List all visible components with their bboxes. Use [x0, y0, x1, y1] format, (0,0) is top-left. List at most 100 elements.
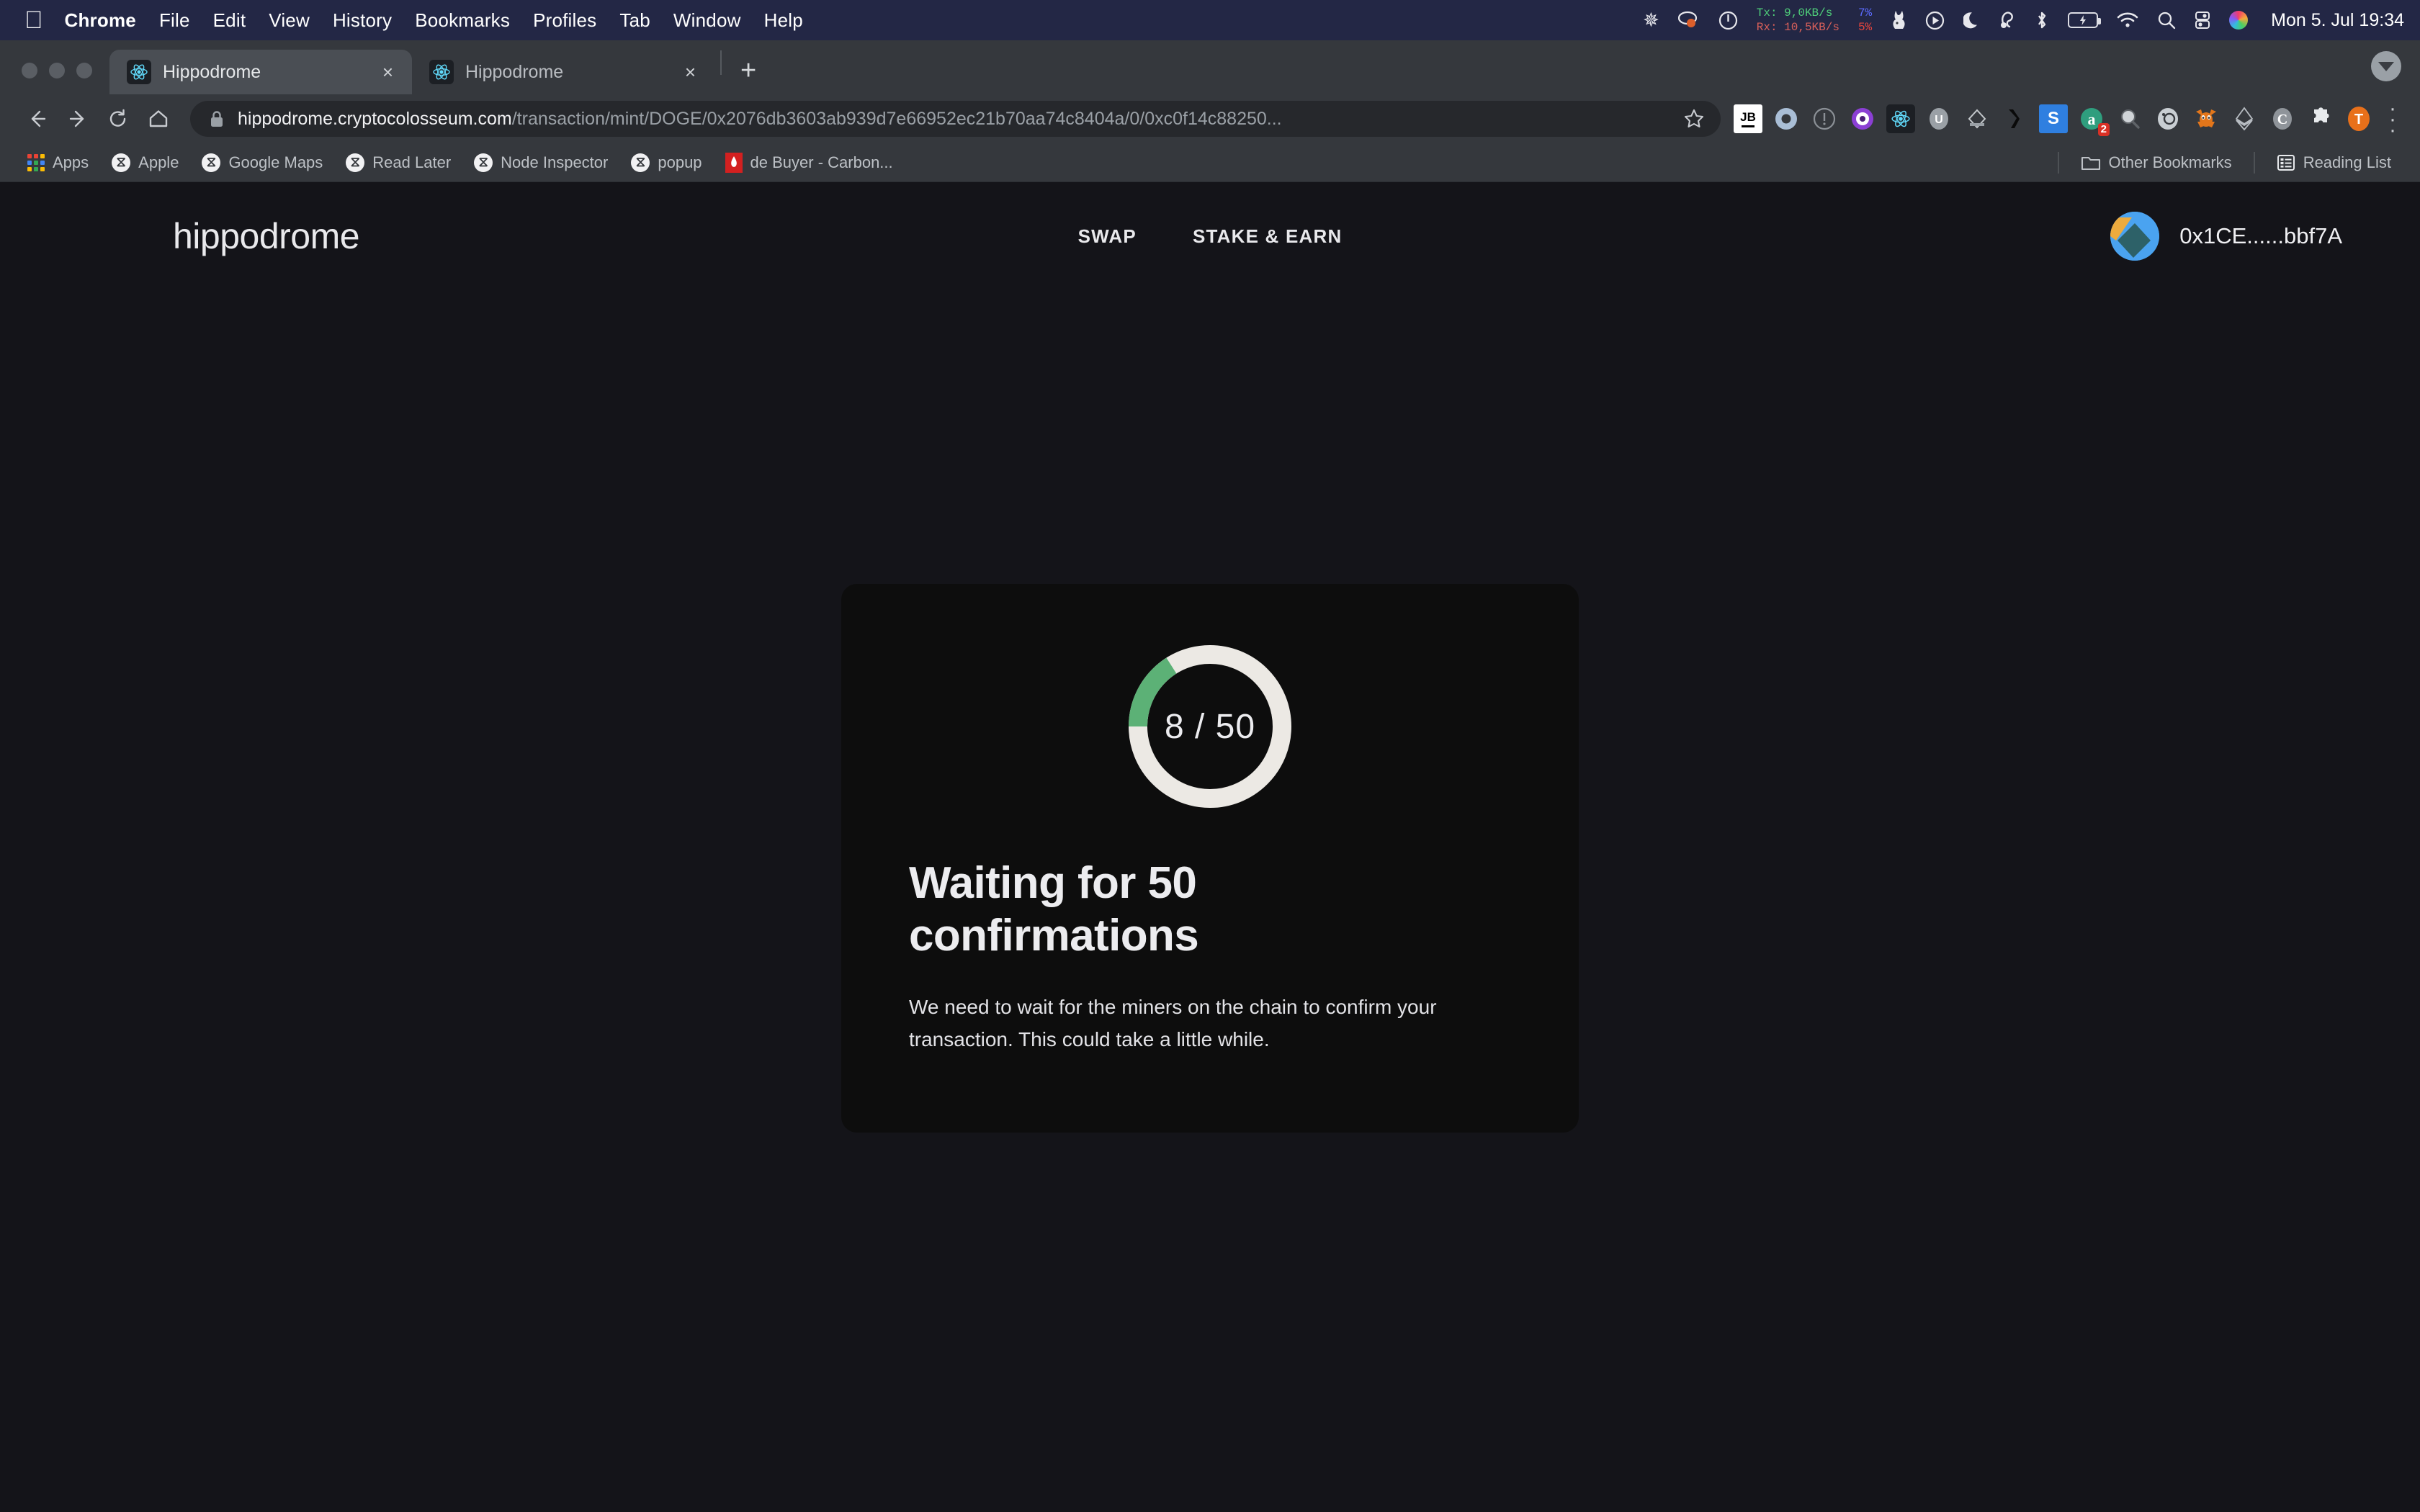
bookmark-label: de Buyer - Carbon...	[750, 153, 893, 171]
bookmark-popup[interactable]: ⧖ popup	[619, 153, 713, 172]
cpu-system-percent: 5%	[1857, 21, 1873, 34]
play-circle-icon[interactable]	[1925, 11, 1945, 30]
a-green-extension-icon[interactable]: a2	[2077, 104, 2110, 136]
bookmark-label: popup	[658, 153, 702, 171]
react-favicon-icon	[429, 60, 454, 84]
site-logo[interactable]: hippodrome	[173, 215, 360, 257]
bookmark-node-inspector[interactable]: ⧖ Node Inspector	[462, 153, 619, 172]
bluetooth-icon[interactable]	[2035, 10, 2049, 30]
purple-dot-extension-icon[interactable]	[1848, 104, 1877, 133]
puzzle-extension-icon[interactable]	[2306, 104, 2335, 133]
address-bar[interactable]: hippodrome.cryptocolosseum.com/transacti…	[190, 101, 1721, 137]
blue-ring-extension-icon[interactable]	[1772, 104, 1801, 133]
reload-icon[interactable]	[99, 100, 137, 138]
svg-text:T: T	[2354, 112, 2363, 127]
chrome-menu-icon[interactable]: · · ·	[2383, 97, 2403, 140]
menu-item-help[interactable]: Help	[764, 9, 803, 32]
menu-item-window[interactable]: Window	[673, 9, 741, 32]
power-circle-icon[interactable]	[1718, 11, 1738, 30]
tab-search-button[interactable]	[2371, 51, 2401, 81]
svg-text:C: C	[2277, 112, 2287, 127]
browser-tab-2[interactable]: Hippodrome ×	[412, 50, 714, 94]
progress-ring-label: 8 / 50	[1164, 707, 1256, 746]
bookmark-read-later[interactable]: ⧖ Read Later	[334, 153, 462, 172]
magnifier-extension-icon[interactable]	[2115, 104, 2144, 133]
extensions-toolbar: JB U S a2 C T · · ·	[1734, 97, 2403, 140]
svg-text:U: U	[1935, 114, 1943, 126]
bookmark-apple[interactable]: ⧖ Apple	[100, 153, 190, 172]
c-extension-icon[interactable]: C	[2268, 104, 2297, 133]
chrome-browser-window: Hippodrome × Hippodrome × + hippodrome.c…	[0, 40, 2420, 182]
bookmark-de-buyer[interactable]: de Buyer - Carbon...	[714, 152, 905, 173]
confirmation-progress-ring: 8 / 50	[1126, 643, 1294, 810]
menu-item-view[interactable]: View	[269, 9, 310, 32]
main-nav: SWAP STAKE & EARN	[1078, 225, 1343, 248]
react-favicon-icon	[127, 60, 151, 84]
globe-icon: ⧖	[202, 153, 221, 172]
reading-list-icon	[2277, 154, 2295, 171]
tab-divider	[720, 50, 722, 75]
bookmark-label: Google Maps	[228, 153, 323, 171]
siri-icon[interactable]	[2229, 11, 2249, 30]
close-window-button[interactable]	[22, 63, 37, 78]
metamask-extension-icon[interactable]	[2192, 104, 2220, 133]
network-throughput: Tx: 9,0KB/s Rx: 10,5KB/s	[1757, 6, 1839, 35]
menu-item-edit[interactable]: Edit	[213, 9, 246, 32]
wifi-icon[interactable]	[2117, 12, 2138, 28]
minimize-window-button[interactable]	[49, 63, 65, 78]
nav-link-swap[interactable]: SWAP	[1078, 225, 1137, 248]
reading-list-button[interactable]: Reading List	[2265, 153, 2403, 172]
nav-link-stake-and-earn[interactable]: STAKE & EARN	[1193, 225, 1342, 248]
asterisk-icon[interactable]: ✵	[1643, 10, 1659, 30]
tab-close-icon[interactable]: ×	[682, 63, 699, 81]
progress-ring-wrapper: 8 / 50	[909, 643, 1511, 810]
moon-icon[interactable]	[1963, 11, 1981, 30]
control-center-icon[interactable]	[2195, 11, 2210, 30]
menu-bar-clock[interactable]: Mon 5. Jul 19:34	[2271, 10, 2404, 31]
bookmark-label: Node Inspector	[501, 153, 609, 171]
forward-arrow-icon[interactable]	[59, 100, 97, 138]
reading-list-label: Reading List	[2303, 153, 2391, 171]
menu-item-file[interactable]: File	[159, 9, 190, 32]
info-extension-icon[interactable]	[1810, 104, 1839, 133]
camera-extension-icon[interactable]	[2154, 104, 2182, 133]
x-black-extension-icon[interactable]	[2001, 104, 2030, 133]
menu-item-history[interactable]: History	[333, 9, 392, 32]
menu-item-bookmarks[interactable]: Bookmarks	[415, 9, 510, 32]
browser-tab-1[interactable]: Hippodrome ×	[109, 50, 412, 94]
menu-item-chrome[interactable]: Chrome	[65, 9, 136, 32]
url-path: /transaction/mint/DOGE/0x2076db3603ab939…	[511, 108, 1282, 129]
jetbrains-extension-icon[interactable]: JB	[1734, 104, 1762, 133]
other-bookmarks-folder[interactable]: Other Bookmarks	[2069, 153, 2244, 172]
react-extension-icon[interactable]	[1886, 104, 1915, 133]
bookmark-star-icon[interactable]	[1670, 108, 1705, 130]
diamond-extension-icon[interactable]	[1963, 104, 1991, 133]
maximize-window-button[interactable]	[76, 63, 92, 78]
home-icon[interactable]	[140, 100, 177, 138]
menu-item-profiles[interactable]: Profiles	[533, 9, 596, 32]
search-icon[interactable]	[2157, 11, 2176, 30]
profile-avatar-icon[interactable]: T	[2344, 104, 2373, 133]
bookmarks-divider-2	[2253, 151, 2255, 174]
u-extension-icon[interactable]: U	[1924, 104, 1953, 133]
apple-logo-icon[interactable]: 	[24, 8, 43, 32]
tab-close-icon[interactable]: ×	[380, 63, 396, 81]
new-tab-button[interactable]: +	[727, 57, 769, 94]
ethereum-extension-icon[interactable]	[2230, 104, 2259, 133]
bookmark-google-maps[interactable]: ⧖ Google Maps	[190, 153, 334, 172]
back-arrow-icon[interactable]	[19, 100, 56, 138]
eye-record-icon[interactable]	[1677, 11, 1700, 30]
menu-item-tab[interactable]: Tab	[619, 9, 650, 32]
battery-charging-icon[interactable]	[2068, 12, 2102, 28]
cpu-user-percent: 7%	[1857, 6, 1873, 19]
wallet-button[interactable]: 0x1CE......bbf7A	[2110, 212, 2342, 261]
headphone-icon[interactable]	[2000, 10, 2016, 30]
s-blue-extension-icon[interactable]: S	[2039, 104, 2068, 133]
globe-icon: ⧖	[112, 153, 131, 172]
site-header: hippodrome SWAP STAKE & EARN 0x1CE......…	[0, 182, 2420, 290]
wallet-address: 0x1CE......bbf7A	[2179, 223, 2342, 248]
bunny-icon[interactable]	[1891, 9, 1906, 31]
bookmark-apps[interactable]: Apps	[16, 153, 100, 172]
other-bookmarks-label: Other Bookmarks	[2108, 153, 2232, 171]
tab-title: Hippodrome	[163, 61, 261, 82]
